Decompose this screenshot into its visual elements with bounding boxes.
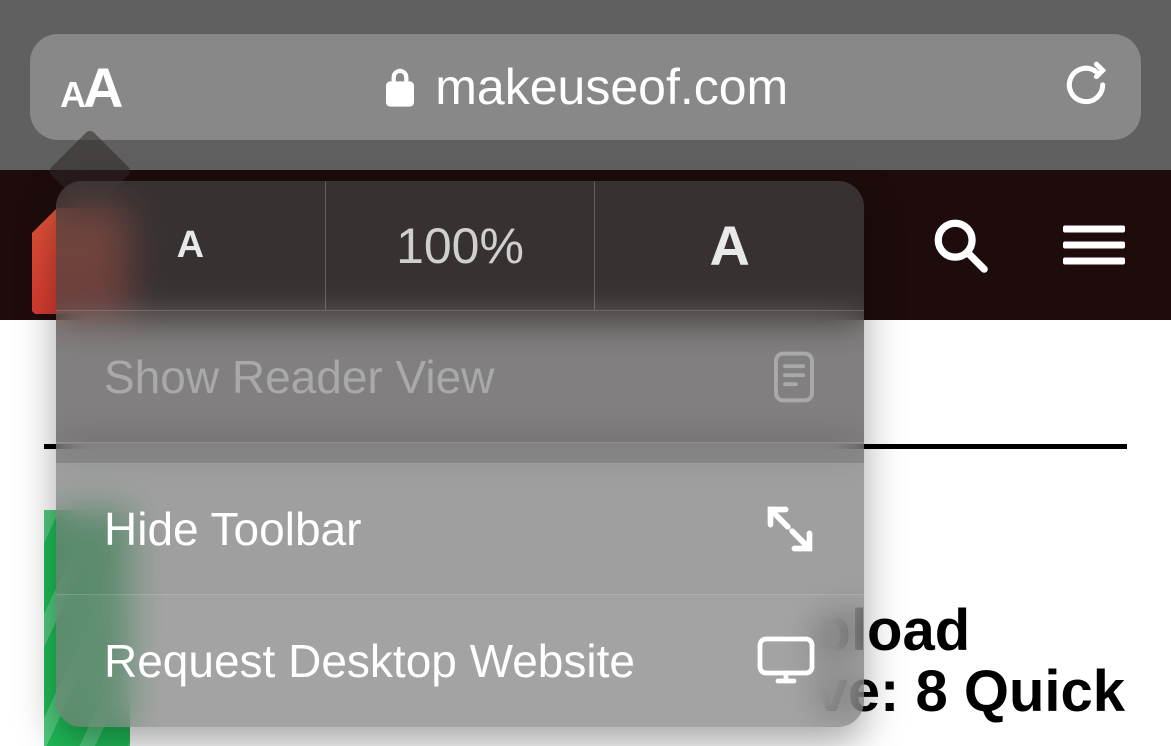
url-display: makeuseof.com	[30, 58, 1141, 116]
menu-item-label: Hide Toolbar	[104, 502, 361, 556]
url-bar[interactable]: A A makeuseof.com	[30, 34, 1141, 140]
zoom-controls: A 100% A	[56, 181, 864, 311]
expand-icon	[764, 503, 816, 555]
zoom-percent: 100%	[396, 217, 524, 275]
show-reader-view-item[interactable]: Show Reader View	[56, 311, 864, 443]
zoom-in-button[interactable]: A	[595, 181, 864, 310]
menu-item-label: Show Reader View	[104, 350, 494, 404]
text-size-large-a-icon: A	[83, 55, 123, 120]
zoom-level-display[interactable]: 100%	[325, 181, 596, 310]
menu-item-label: Request Desktop Website	[104, 634, 635, 688]
small-a-icon: A	[177, 224, 204, 267]
lock-icon	[383, 66, 417, 108]
menu-button[interactable]	[1063, 217, 1125, 274]
url-domain: makeuseof.com	[435, 59, 788, 115]
large-a-icon: A	[709, 213, 749, 278]
request-desktop-website-item[interactable]: Request Desktop Website	[56, 595, 864, 727]
hide-toolbar-item[interactable]: Hide Toolbar	[56, 443, 864, 595]
desktop-icon	[756, 635, 816, 687]
text-size-button[interactable]: A A	[60, 55, 123, 120]
zoom-out-button[interactable]: A	[56, 181, 325, 310]
reload-button[interactable]	[1061, 59, 1111, 115]
reader-icon	[772, 350, 816, 404]
search-button[interactable]	[931, 216, 989, 274]
browser-chrome-top: A A makeuseof.com	[0, 0, 1171, 170]
page-settings-popover: A 100% A Show Reader View Hide Toolbar R…	[56, 181, 864, 727]
